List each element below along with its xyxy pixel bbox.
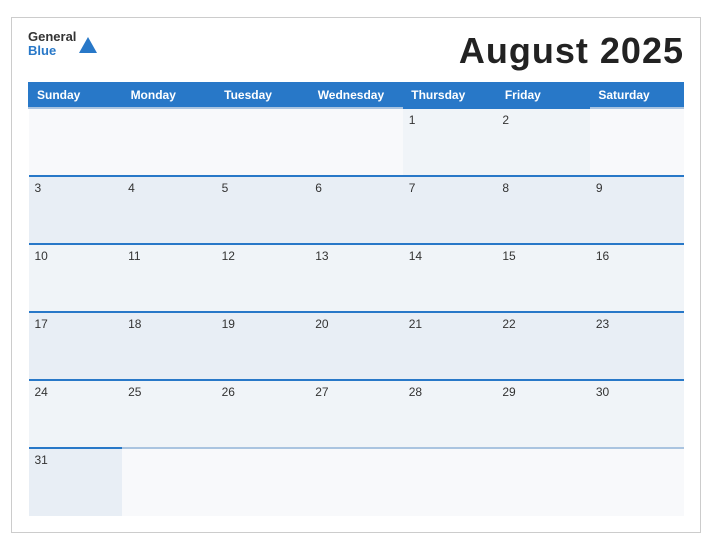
calendar-container: General Blue August 2025 Sunday Monday T… <box>11 17 701 533</box>
calendar-day-cell <box>590 108 684 176</box>
calendar-day-cell: 28 <box>403 380 497 448</box>
calendar-day-cell <box>29 108 123 176</box>
calendar-day-cell: 31 <box>29 448 123 516</box>
day-number: 12 <box>222 249 235 263</box>
calendar-day-cell: 9 <box>590 176 684 244</box>
calendar-day-cell: 25 <box>122 380 216 448</box>
day-number: 8 <box>502 181 509 195</box>
calendar-day-cell: 15 <box>496 244 590 312</box>
calendar-day-cell <box>309 448 403 516</box>
calendar-day-cell: 6 <box>309 176 403 244</box>
header-saturday: Saturday <box>590 83 684 109</box>
day-number: 28 <box>409 385 422 399</box>
day-number: 13 <box>315 249 328 263</box>
calendar-day-cell: 29 <box>496 380 590 448</box>
calendar-grid: Sunday Monday Tuesday Wednesday Thursday… <box>28 82 684 516</box>
day-number: 24 <box>35 385 48 399</box>
header-monday: Monday <box>122 83 216 109</box>
calendar-week-row: 12 <box>29 108 684 176</box>
day-number: 11 <box>128 249 140 263</box>
calendar-day-cell: 13 <box>309 244 403 312</box>
day-number: 2 <box>502 113 509 127</box>
calendar-day-cell: 7 <box>403 176 497 244</box>
calendar-day-cell: 21 <box>403 312 497 380</box>
calendar-day-cell <box>590 448 684 516</box>
day-number: 22 <box>502 317 515 331</box>
day-number: 14 <box>409 249 422 263</box>
calendar-day-cell: 8 <box>496 176 590 244</box>
day-number: 10 <box>35 249 48 263</box>
day-number: 23 <box>596 317 609 331</box>
calendar-day-cell <box>403 448 497 516</box>
calendar-day-cell <box>122 108 216 176</box>
day-number: 5 <box>222 181 229 195</box>
calendar-week-row: 17 18 19 20 21 22 23 <box>29 312 684 380</box>
day-number: 15 <box>502 249 515 263</box>
day-number: 26 <box>222 385 235 399</box>
header-tuesday: Tuesday <box>216 83 310 109</box>
calendar-day-cell: 5 <box>216 176 310 244</box>
calendar-day-cell: 18 <box>122 312 216 380</box>
day-number: 19 <box>222 317 235 331</box>
day-number: 16 <box>596 249 609 263</box>
calendar-day-cell: 11 <box>122 244 216 312</box>
day-number: 4 <box>128 181 135 195</box>
day-number: 6 <box>315 181 322 195</box>
calendar-day-cell: 12 <box>216 244 310 312</box>
calendar-day-cell <box>496 448 590 516</box>
calendar-week-row: 3 4 5 6 7 8 9 <box>29 176 684 244</box>
calendar-day-cell: 19 <box>216 312 310 380</box>
calendar-day-cell: 4 <box>122 176 216 244</box>
calendar-day-cell: 1 <box>403 108 497 176</box>
calendar-day-cell: 24 <box>29 380 123 448</box>
calendar-day-cell: 3 <box>29 176 123 244</box>
day-number: 1 <box>409 113 416 127</box>
month-title: August 2025 <box>459 30 684 72</box>
day-number: 18 <box>128 317 141 331</box>
calendar-day-cell: 22 <box>496 312 590 380</box>
day-number: 30 <box>596 385 609 399</box>
day-number: 27 <box>315 385 328 399</box>
day-number: 29 <box>502 385 515 399</box>
logo-triangle-icon <box>79 37 97 53</box>
logo: General Blue <box>28 30 97 59</box>
day-number: 21 <box>409 317 422 331</box>
logo-blue-text: Blue <box>28 44 76 58</box>
calendar-week-row: 24 25 26 27 28 29 30 <box>29 380 684 448</box>
header-thursday: Thursday <box>403 83 497 109</box>
calendar-day-cell: 30 <box>590 380 684 448</box>
day-number: 7 <box>409 181 416 195</box>
calendar-day-cell: 27 <box>309 380 403 448</box>
day-number: 17 <box>35 317 48 331</box>
day-number: 3 <box>35 181 42 195</box>
calendar-day-cell <box>216 108 310 176</box>
calendar-day-cell: 17 <box>29 312 123 380</box>
calendar-day-cell: 14 <box>403 244 497 312</box>
calendar-day-cell: 23 <box>590 312 684 380</box>
calendar-day-cell: 2 <box>496 108 590 176</box>
day-number: 20 <box>315 317 328 331</box>
day-number: 31 <box>35 453 48 467</box>
logo-text: General Blue <box>28 30 76 59</box>
calendar-day-cell: 26 <box>216 380 310 448</box>
calendar-day-cell <box>122 448 216 516</box>
calendar-week-row: 10 11 12 13 14 15 16 <box>29 244 684 312</box>
weekday-header-row: Sunday Monday Tuesday Wednesday Thursday… <box>29 83 684 109</box>
day-number: 9 <box>596 181 603 195</box>
calendar-day-cell: 10 <box>29 244 123 312</box>
calendar-day-cell <box>216 448 310 516</box>
calendar-header: General Blue August 2025 <box>28 30 684 72</box>
header-sunday: Sunday <box>29 83 123 109</box>
calendar-day-cell: 16 <box>590 244 684 312</box>
header-wednesday: Wednesday <box>309 83 403 109</box>
logo-general-text: General <box>28 30 76 44</box>
calendar-week-row: 31 <box>29 448 684 516</box>
calendar-day-cell <box>309 108 403 176</box>
header-friday: Friday <box>496 83 590 109</box>
calendar-day-cell: 20 <box>309 312 403 380</box>
day-number: 25 <box>128 385 141 399</box>
